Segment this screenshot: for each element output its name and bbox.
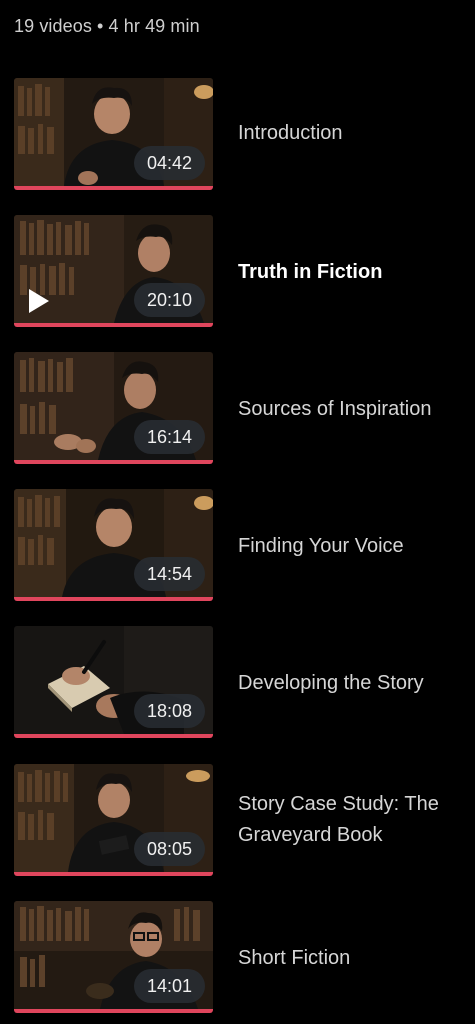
- duration-badge: 04:42: [133, 146, 205, 180]
- watch-progress-bar: [14, 734, 213, 738]
- watch-progress-fill: [14, 597, 213, 601]
- watch-progress-bar: [14, 872, 213, 876]
- lesson-item[interactable]: 16:14 Sources of Inspiration: [0, 352, 475, 464]
- lesson-thumbnail[interactable]: 08:05: [14, 764, 213, 876]
- duration-badge: 14:01: [133, 969, 205, 1003]
- watch-progress-fill: [14, 734, 213, 738]
- lesson-title[interactable]: Developing the Story: [238, 668, 468, 699]
- watch-progress-fill: [14, 1009, 213, 1013]
- watch-progress-fill: [14, 186, 213, 190]
- lesson-title[interactable]: Sources of Inspiration: [238, 394, 468, 425]
- play-icon: [29, 289, 49, 313]
- watch-progress-bar: [14, 1009, 213, 1013]
- lesson-title[interactable]: Story Case Study: The Graveyard Book: [238, 789, 468, 851]
- lesson-item[interactable]: 18:08 Developing the Story: [0, 626, 475, 738]
- lesson-thumbnail[interactable]: 14:54: [14, 489, 213, 601]
- watch-progress-bar: [14, 460, 213, 464]
- watch-progress-fill: [14, 323, 213, 327]
- lesson-title[interactable]: Finding Your Voice: [238, 531, 468, 562]
- duration-badge: 08:05: [133, 832, 205, 866]
- watch-progress-bar: [14, 597, 213, 601]
- lesson-thumbnail[interactable]: 14:01: [14, 901, 213, 1013]
- duration-badge: 18:08: [133, 694, 205, 728]
- lesson-thumbnail[interactable]: 04:42: [14, 78, 213, 190]
- duration-badge: 20:10: [133, 283, 205, 317]
- lesson-title[interactable]: Short Fiction: [238, 943, 468, 974]
- duration-badge: 16:14: [133, 420, 205, 454]
- lesson-thumbnail[interactable]: 18:08: [14, 626, 213, 738]
- watch-progress-bar: [14, 323, 213, 327]
- lesson-item[interactable]: 04:42 Introduction: [0, 78, 475, 190]
- duration-badge: 14:54: [133, 557, 205, 591]
- lesson-thumbnail[interactable]: 16:14: [14, 352, 213, 464]
- course-summary: 19 videos • 4 hr 49 min: [14, 16, 200, 36]
- watch-progress-fill: [14, 460, 213, 464]
- lesson-item[interactable]: 08:05 Story Case Study: The Graveyard Bo…: [0, 764, 475, 876]
- watch-progress-bar: [14, 186, 213, 190]
- watch-progress-fill: [14, 872, 213, 876]
- lesson-item-active[interactable]: 20:10 Truth in Fiction: [0, 215, 475, 327]
- lesson-item[interactable]: 14:54 Finding Your Voice: [0, 489, 475, 601]
- lesson-title[interactable]: Introduction: [238, 118, 468, 149]
- lesson-item[interactable]: 14:01 Short Fiction: [0, 901, 475, 1013]
- lesson-title-active[interactable]: Truth in Fiction: [238, 257, 468, 288]
- lesson-thumbnail[interactable]: 20:10: [14, 215, 213, 327]
